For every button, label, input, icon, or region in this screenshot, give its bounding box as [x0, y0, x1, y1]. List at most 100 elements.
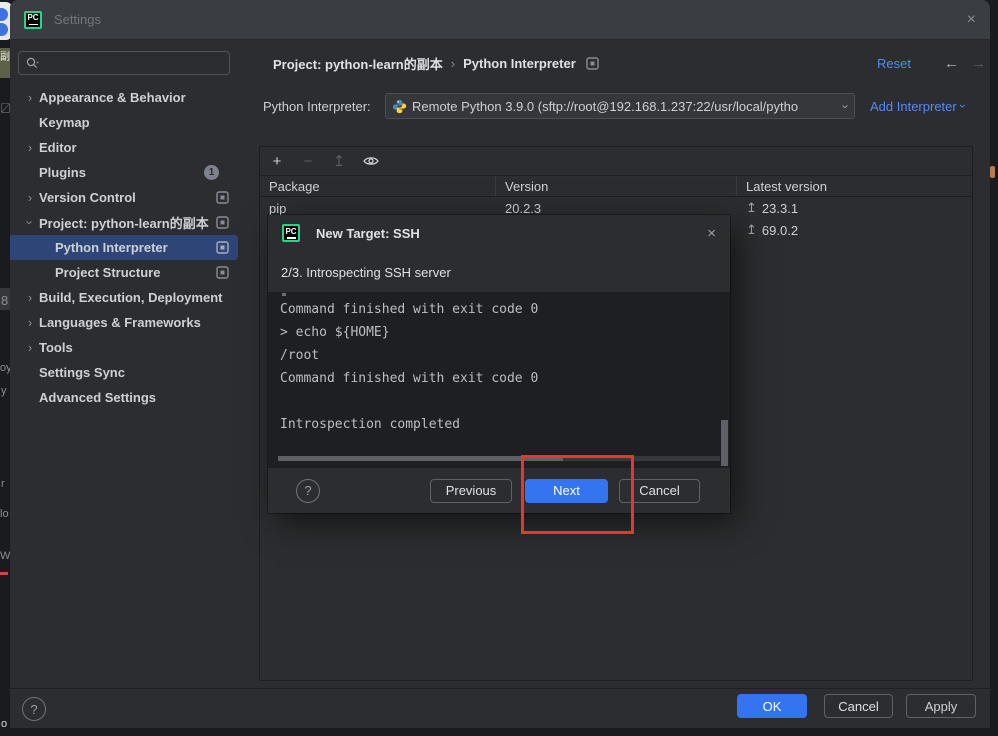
pycharm-logo-text: PC	[285, 228, 296, 236]
dialog-footer: ? Previous Next Cancel	[268, 468, 730, 513]
sidebar-item-settings-sync[interactable]: Settings Sync	[10, 360, 238, 385]
package-latest: ↥ 69.0.2	[737, 219, 972, 241]
settings-tree: › Appearance & Behavior Keymap › Editor …	[10, 85, 258, 410]
sidebar-item-appearance-behavior[interactable]: › Appearance & Behavior	[10, 85, 238, 110]
clipped-line-fragment	[282, 293, 286, 296]
window-close-icon[interactable]: ×	[967, 11, 976, 29]
pycharm-logo-underline	[287, 237, 296, 239]
chevron-right-icon[interactable]: ›	[22, 90, 38, 105]
breadcrumb-project[interactable]: Project: python-learn的副本	[273, 54, 443, 73]
sidebar-item-label: Python Interpreter	[55, 240, 168, 255]
settings-footer: ? OK Cancel Apply	[10, 688, 990, 728]
sidebar-item-editor[interactable]: › Editor	[10, 135, 238, 160]
background-fragment: r	[1, 478, 5, 490]
eye-icon[interactable]	[362, 154, 380, 168]
project-scope-icon	[216, 216, 229, 229]
column-header-package[interactable]: Package	[260, 176, 496, 196]
pycharm-logo-icon: PC	[282, 224, 300, 242]
upgrade-available-icon: ↥	[746, 222, 757, 238]
chevron-right-icon[interactable]: ›	[22, 290, 38, 305]
background-fragment: y	[1, 385, 7, 397]
latest-version-value: 69.0.2	[762, 223, 798, 238]
interpreter-row: Python Interpreter: Remote Python 3.9.0 …	[263, 88, 980, 124]
chevron-down-icon: ›	[956, 104, 970, 108]
forward-arrow-icon: →	[971, 55, 986, 72]
chevron-down-icon[interactable]: ›	[838, 104, 853, 108]
settings-search-input[interactable]	[18, 51, 230, 75]
sidebar-item-python-interpreter[interactable]: Python Interpreter	[10, 235, 238, 260]
background-app-dot	[0, 23, 8, 36]
sidebar-item-languages-frameworks[interactable]: › Languages & Frameworks	[10, 310, 238, 335]
wizard-step-label: 2/3. Introspecting SSH server	[281, 265, 451, 280]
reset-link[interactable]: Reset	[877, 56, 911, 71]
interpreter-value: Remote Python 3.9.0 (sftp://root@192.168…	[412, 99, 840, 114]
project-scope-icon	[586, 57, 599, 70]
chevron-right-icon[interactable]: ›	[22, 190, 38, 205]
previous-button[interactable]: Previous	[430, 479, 512, 503]
background-fragment: lo	[0, 508, 9, 520]
help-label: ?	[304, 483, 311, 498]
remove-package-icon[interactable]: −	[300, 153, 316, 170]
column-header-latest[interactable]: Latest version	[737, 176, 972, 196]
apply-button[interactable]: Apply	[906, 694, 976, 718]
add-interpreter-link[interactable]: Add Interpreter ›	[870, 99, 965, 114]
screenshot-root: 副 〼 8 oy y r lo W o PC Settings ×	[0, 0, 998, 736]
console-line: > echo ${HOME}	[280, 321, 718, 344]
background-fragment: 8	[1, 293, 8, 308]
ssh-console-output[interactable]: Command finished with exit code 0 > echo…	[268, 292, 730, 468]
interpreter-select[interactable]: Remote Python 3.9.0 (sftp://root@192.168…	[385, 93, 855, 119]
sidebar-item-build-execution-deployment[interactable]: › Build, Execution, Deployment	[10, 285, 238, 310]
sidebar-item-label: Appearance & Behavior	[39, 90, 186, 105]
sidebar-item-label: Plugins	[39, 165, 86, 180]
packages-header-row: Package Version Latest version	[260, 176, 972, 197]
help-button[interactable]: ?	[296, 479, 320, 503]
dialog-close-icon[interactable]: ×	[707, 225, 716, 242]
column-header-version[interactable]: Version	[496, 176, 737, 196]
sidebar-item-plugins[interactable]: Plugins 1	[10, 160, 238, 185]
new-target-ssh-dialog: PC New Target: SSH × 2/3. Introspecting …	[268, 215, 730, 513]
search-icon	[25, 56, 39, 70]
interpreter-label: Python Interpreter:	[263, 99, 371, 114]
add-package-icon[interactable]: +	[269, 153, 285, 170]
project-scope-icon	[216, 191, 229, 204]
chevron-right-icon[interactable]: ›	[22, 315, 38, 330]
plugins-count-badge: 1	[204, 165, 219, 180]
chevron-right-icon[interactable]: ›	[22, 140, 38, 155]
pycharm-logo-icon: PC	[24, 11, 42, 29]
dialog-title: New Target: SSH	[316, 226, 420, 241]
pycharm-logo-text: PC	[27, 14, 38, 22]
cancel-button[interactable]: Cancel	[824, 694, 893, 718]
sidebar-item-keymap[interactable]: Keymap	[10, 110, 238, 135]
window-title: Settings	[54, 12, 101, 27]
upgrade-package-icon[interactable]: ↥	[331, 152, 347, 170]
sidebar-item-tools[interactable]: › Tools	[10, 335, 238, 360]
console-line: /root	[280, 344, 718, 367]
chevron-down-icon[interactable]: ›	[23, 215, 38, 231]
sidebar-item-project-structure[interactable]: Project Structure	[10, 260, 238, 285]
sidebar-item-label: Keymap	[39, 115, 90, 130]
sidebar-item-label: Project: python-learn的副本	[39, 213, 209, 232]
console-line	[280, 390, 718, 413]
sidebar-item-label: Editor	[39, 140, 77, 155]
package-latest: ↥ 23.3.1	[737, 197, 972, 219]
vertical-scrollbar-thumb[interactable]	[721, 420, 728, 466]
console-line: Introspection completed	[280, 413, 718, 436]
console-line: Command finished with exit code 0	[280, 367, 718, 390]
sidebar-item-label: Version Control	[39, 190, 136, 205]
sidebar-item-label: Build, Execution, Deployment	[39, 290, 222, 305]
horizontal-scrollbar[interactable]	[278, 456, 720, 461]
sidebar-item-label: Project Structure	[55, 265, 160, 280]
sidebar-item-version-control[interactable]: › Version Control	[10, 185, 238, 210]
sidebar-item-label: Advanced Settings	[39, 390, 156, 405]
help-button[interactable]: ?	[22, 697, 46, 721]
background-fragment: o	[1, 718, 7, 730]
sidebar-item-advanced-settings[interactable]: Advanced Settings	[10, 385, 238, 410]
window-titlebar[interactable]: PC Settings ×	[10, 0, 990, 40]
sidebar-item-project[interactable]: › Project: python-learn的副本	[10, 210, 238, 235]
back-arrow-icon[interactable]: ←	[944, 55, 959, 72]
breadcrumb-page: Python Interpreter	[463, 56, 576, 71]
chevron-right-icon[interactable]: ›	[22, 340, 38, 355]
dialog-titlebar[interactable]: PC New Target: SSH ×	[268, 215, 730, 251]
breadcrumb: Project: python-learn的副本 › Python Interp…	[273, 48, 980, 78]
ok-button[interactable]: OK	[737, 694, 807, 718]
